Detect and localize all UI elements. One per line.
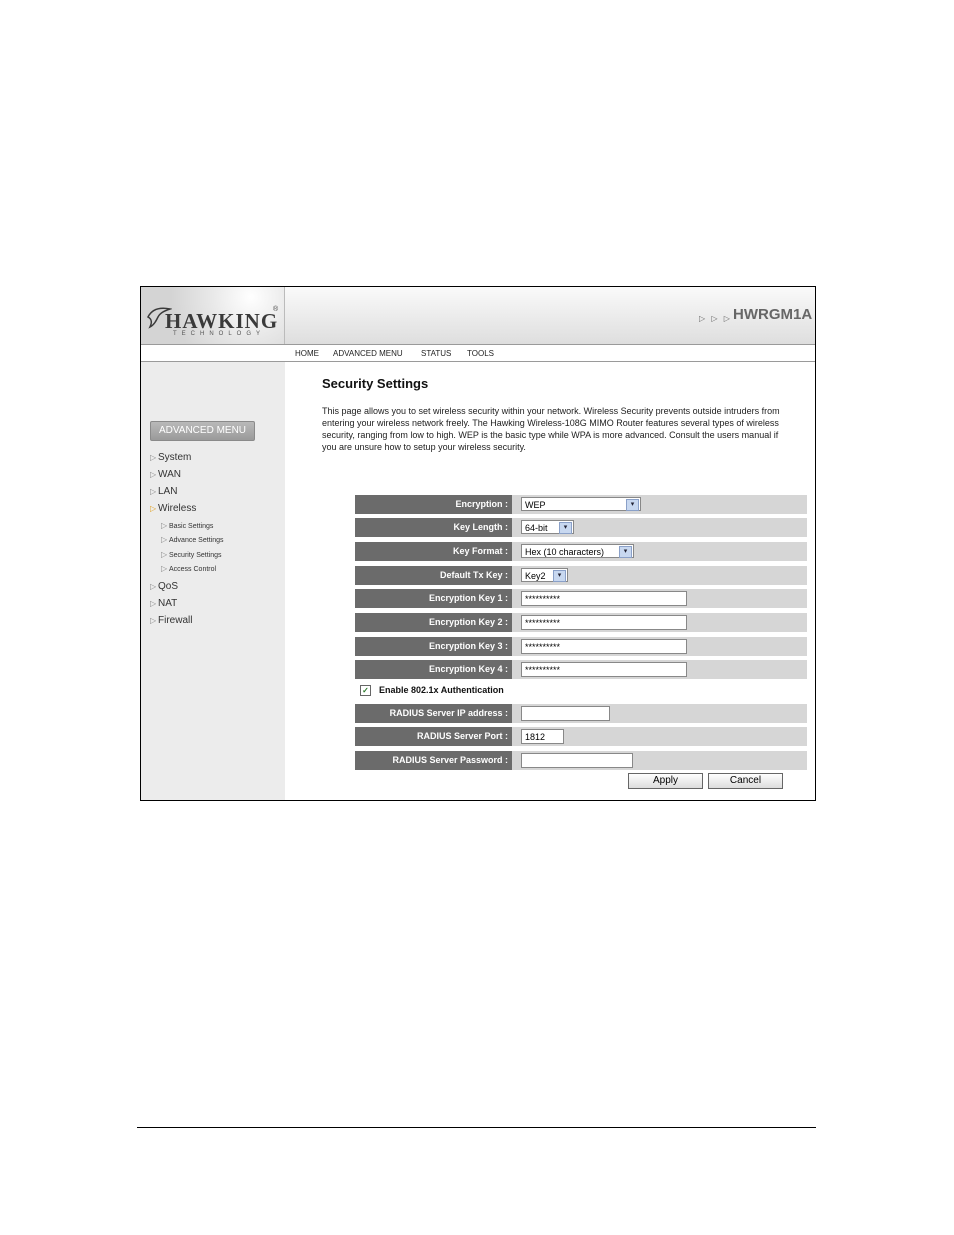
radius-ip-row: RADIUS Server IP address :	[355, 704, 807, 723]
sidebar-subitem-advance-settings[interactable]: ▷ Advance Settings	[161, 535, 223, 544]
sidebar: ADVANCED MENU ▷ System ▷ WAN ▷ LAN ▷ Wireles…	[141, 362, 285, 800]
encryption-row: Encryption : WEP ▾	[355, 495, 807, 514]
nav-status[interactable]: STATUS	[421, 349, 451, 358]
radius-password-label: RADIUS Server Password :	[355, 751, 512, 770]
key-length-value: 64-bit	[525, 523, 548, 533]
enable-8021x-checkbox[interactable]: ✓	[360, 685, 371, 697]
encryption-key-1-input[interactable]: **********	[521, 591, 687, 606]
encryption-value: WEP	[525, 500, 546, 510]
encryption-key-2-input[interactable]: **********	[521, 615, 687, 630]
radius-port-row: RADIUS Server Port : 1812	[355, 727, 807, 746]
encryption-key-2-label: Encryption Key 2 :	[355, 613, 512, 632]
model-arrow-icons: ▷ ▷ ▷	[699, 314, 732, 323]
default-tx-key-value: Key2	[525, 571, 546, 581]
sidebar-item-lan[interactable]: ▷ LAN	[150, 486, 177, 497]
router-screenshot: HAWKING ® TECHNOLOGY ▷ ▷ ▷ HWRGM1A HOME …	[140, 286, 816, 801]
radius-password-input[interactable]	[521, 753, 633, 768]
key-length-select[interactable]: 64-bit ▾	[521, 520, 574, 534]
encryption-key-2-row: Encryption Key 2 : **********	[355, 613, 807, 632]
sidebar-item-label: QoS	[158, 581, 179, 592]
sidebar-subitem-label: Advance Settings	[169, 537, 224, 544]
chevron-down-icon: ▾	[619, 546, 632, 558]
sidebar-subitem-basic-settings[interactable]: ▷ Basic Settings	[161, 521, 213, 530]
radius-port-label: RADIUS Server Port :	[355, 727, 512, 746]
sidebar-item-label: Firewall	[158, 615, 193, 626]
apply-button[interactable]: Apply	[628, 773, 703, 789]
key-length-row: Key Length : 64-bit ▾	[355, 518, 807, 537]
enable-8021x-label: Enable 802.1x Authentication	[379, 685, 504, 695]
menu-arrow-icon: ▷	[150, 616, 157, 625]
encryption-key-3-label: Encryption Key 3 :	[355, 637, 512, 656]
default-tx-key-select[interactable]: Key2 ▾	[521, 568, 568, 582]
sidebar-subitem-security-settings[interactable]: ▷ Security Settings	[161, 550, 222, 559]
sidebar-subitem-label: Access Control	[169, 566, 217, 573]
encryption-key-1-label: Encryption Key 1 :	[355, 589, 512, 608]
encryption-key-4-label: Encryption Key 4 :	[355, 660, 512, 679]
sidebar-item-firewall[interactable]: ▷ Firewall	[150, 615, 192, 626]
menu-arrow-icon: ▷	[150, 453, 157, 462]
top-nav: HOME ADVANCED MENU STATUS TOOLS	[141, 345, 815, 362]
sidebar-item-qos[interactable]: ▷ QoS	[150, 581, 178, 592]
logo-subtext: TECHNOLOGY	[173, 331, 266, 337]
sidebar-subitem-access-control[interactable]: ▷ Access Control	[161, 564, 216, 573]
sidebar-subitem-label: Basic Settings	[169, 523, 214, 530]
key-format-value: Hex (10 characters)	[525, 547, 605, 557]
sidebar-item-wan[interactable]: ▷ WAN	[150, 469, 181, 480]
cancel-button[interactable]: Cancel	[708, 773, 783, 789]
chevron-down-icon: ▾	[626, 499, 639, 511]
menu-arrow-icon: ▷	[150, 487, 157, 496]
nav-advanced-menu[interactable]: ADVANCED MENU	[333, 349, 403, 358]
encryption-key-3-row: Encryption Key 3 : **********	[355, 637, 807, 656]
page-footer-rule	[137, 1127, 816, 1128]
encryption-key-3-input[interactable]: **********	[521, 639, 687, 654]
logo[interactable]: HAWKING ® TECHNOLOGY	[141, 287, 285, 344]
menu-arrow-icon: ▷	[161, 521, 168, 530]
radius-port-input[interactable]: 1812	[521, 729, 564, 744]
registered-mark: ®	[273, 306, 279, 313]
key-length-label: Key Length :	[355, 518, 512, 537]
chevron-down-icon: ▾	[553, 570, 566, 582]
encryption-label: Encryption :	[355, 495, 512, 514]
encryption-key-4-input[interactable]: **********	[521, 662, 687, 677]
encryption-key-4-row: Encryption Key 4 : **********	[355, 660, 807, 679]
menu-arrow-active-icon: ▷	[150, 504, 157, 513]
sidebar-item-label: LAN	[158, 486, 178, 497]
menu-arrow-icon: ▷	[150, 582, 157, 591]
nav-tools[interactable]: TOOLS	[467, 349, 494, 358]
menu-arrow-icon: ▷	[150, 599, 157, 608]
menu-arrow-icon: ▷	[150, 470, 157, 479]
model-name: HWRGM1A	[733, 306, 813, 323]
chevron-down-icon: ▾	[559, 522, 572, 534]
enable-8021x-row: ✓ Enable 802.1x Authentication	[360, 685, 504, 697]
sidebar-item-label: Wireless	[158, 503, 197, 514]
header: HAWKING ® TECHNOLOGY ▷ ▷ ▷ HWRGM1A	[141, 287, 815, 345]
default-tx-key-label: Default Tx Key :	[355, 566, 512, 585]
sidebar-item-label: System	[158, 452, 192, 463]
radius-ip-input[interactable]	[521, 706, 610, 721]
radius-password-row: RADIUS Server Password :	[355, 751, 807, 770]
page-description: This page allows you to set wireless sec…	[322, 406, 780, 452]
advanced-menu-button[interactable]: ADVANCED MENU	[150, 421, 255, 441]
menu-arrow-icon: ▷	[161, 535, 168, 544]
key-format-select[interactable]: Hex (10 characters) ▾	[521, 544, 634, 558]
menu-arrow-icon: ▷	[161, 550, 168, 559]
sidebar-item-system[interactable]: ▷ System	[150, 452, 191, 463]
sidebar-subitem-label: Security Settings	[169, 552, 222, 559]
encryption-select[interactable]: WEP ▾	[521, 497, 641, 511]
page-title: Security Settings	[322, 376, 429, 391]
sidebar-item-label: WAN	[158, 469, 181, 480]
key-format-row: Key Format : Hex (10 characters) ▾	[355, 542, 807, 561]
menu-arrow-icon: ▷	[161, 564, 168, 573]
sidebar-item-nat[interactable]: ▷ NAT	[150, 598, 177, 609]
default-tx-key-row: Default Tx Key : Key2 ▾	[355, 566, 807, 585]
key-format-label: Key Format :	[355, 542, 512, 561]
encryption-key-1-row: Encryption Key 1 : **********	[355, 589, 807, 608]
sidebar-item-label: NAT	[158, 598, 178, 609]
sidebar-item-wireless[interactable]: ▷ Wireless	[150, 503, 196, 514]
radius-ip-label: RADIUS Server IP address :	[355, 704, 512, 723]
nav-home[interactable]: HOME	[295, 349, 319, 358]
